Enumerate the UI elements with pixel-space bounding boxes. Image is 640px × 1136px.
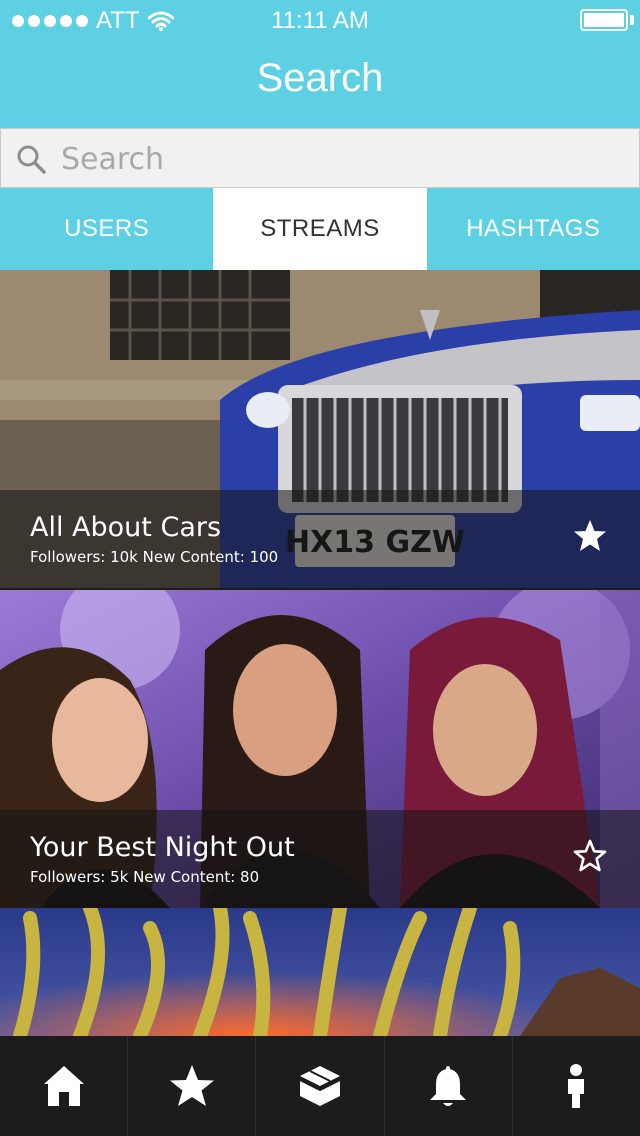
page-title: Search xyxy=(256,56,384,100)
tab-profile[interactable] xyxy=(513,1036,640,1136)
status-time: 11:11 AM xyxy=(271,7,369,34)
tab-hashtags[interactable]: HASHTAGS xyxy=(427,188,640,270)
card-caption: All About Cars Followers: 10k New Conten… xyxy=(0,490,640,588)
tab-notifications[interactable] xyxy=(385,1036,513,1136)
tab-users[interactable]: USERS xyxy=(0,188,213,270)
battery-tip xyxy=(630,15,634,25)
cactus-photo xyxy=(0,908,640,1036)
bell-icon xyxy=(430,1066,467,1106)
tab-favorites[interactable] xyxy=(128,1036,257,1136)
tab-streams[interactable]: STREAMS xyxy=(213,188,427,270)
search-input[interactable] xyxy=(61,137,621,181)
search-bar[interactable] xyxy=(0,128,640,188)
star-outline-icon[interactable] xyxy=(572,838,608,874)
stream-card-cars[interactable]: HX13 GZW All About Cars Followers: 10k N… xyxy=(0,270,640,588)
stream-title: All About Cars xyxy=(30,512,222,543)
star-filled-icon[interactable] xyxy=(572,518,608,554)
home-icon xyxy=(43,1066,84,1106)
header: ATT 11:11 AM Search xyxy=(0,0,640,128)
status-bar: ATT 11:11 AM xyxy=(0,0,640,40)
stream-meta: Followers: 5k New Content: 80 xyxy=(30,868,260,886)
stream-meta: Followers: 10k New Content: 100 xyxy=(30,548,279,566)
box-icon xyxy=(299,1066,341,1106)
battery-icon xyxy=(580,9,628,31)
stream-card-night-out[interactable]: Your Best Night Out Followers: 5k New Co… xyxy=(0,590,640,908)
tab-home[interactable] xyxy=(0,1036,129,1136)
bottom-tab-bar xyxy=(0,1036,640,1136)
stream-title: Your Best Night Out xyxy=(30,832,295,863)
card-caption: Your Best Night Out Followers: 5k New Co… xyxy=(0,810,640,908)
star-icon xyxy=(169,1065,214,1106)
profile-icon xyxy=(568,1064,585,1108)
search-icon xyxy=(17,145,46,174)
stream-card-desert[interactable] xyxy=(0,908,640,1036)
tab-streams[interactable] xyxy=(256,1036,385,1136)
segment-tabs: USERS STREAMS HASHTAGS xyxy=(0,188,640,270)
